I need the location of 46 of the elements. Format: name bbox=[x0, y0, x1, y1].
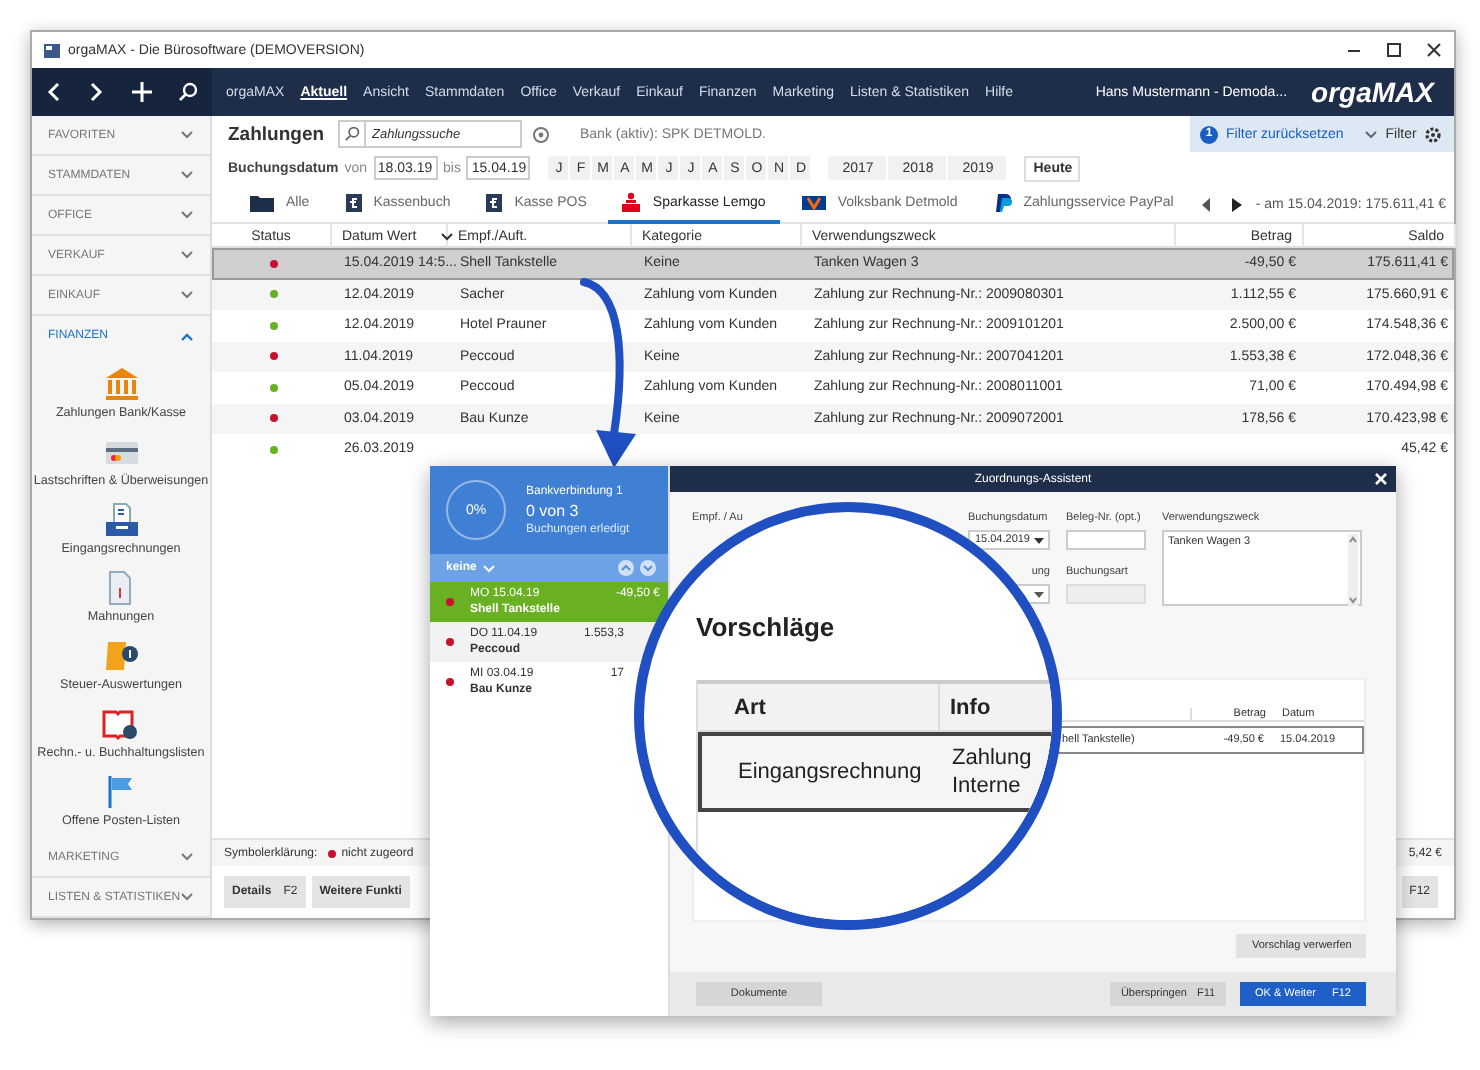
scroll-left-icon[interactable] bbox=[1201, 198, 1212, 212]
app-icon bbox=[44, 43, 60, 57]
forward-icon[interactable] bbox=[88, 82, 105, 102]
logo-icon bbox=[801, 192, 826, 214]
bank-building-icon bbox=[103, 366, 139, 402]
page-title: Zahlungen bbox=[228, 123, 327, 145]
chevron-down-icon bbox=[180, 170, 194, 180]
back-icon[interactable] bbox=[45, 82, 62, 102]
caret-icon bbox=[1034, 537, 1044, 543]
table-cell-text: Zahlung bbox=[952, 746, 1034, 770]
scroll-coin-icon bbox=[103, 638, 139, 674]
ledger-icon bbox=[486, 192, 503, 214]
inbox-document-icon bbox=[103, 502, 139, 538]
chevron-up-icon bbox=[180, 331, 194, 341]
column-header: Art bbox=[732, 695, 768, 719]
section-title: Vorschläge bbox=[696, 612, 837, 646]
input-field[interactable] bbox=[1066, 530, 1146, 550]
book-coin-icon bbox=[102, 706, 139, 742]
chevron-down-icon bbox=[482, 563, 497, 573]
chevron-down-icon bbox=[180, 130, 194, 140]
chevron-down-icon bbox=[1363, 129, 1378, 139]
table-cell-text: Interne bbox=[952, 774, 1023, 798]
chevron-down-icon bbox=[180, 892, 195, 902]
logo-icon bbox=[993, 192, 1012, 214]
settings-icon[interactable] bbox=[532, 125, 550, 143]
logo: orgaMAX bbox=[1311, 76, 1434, 108]
progress-count: 0 von 3 bbox=[526, 501, 581, 519]
chevron-down-icon bbox=[180, 290, 194, 300]
input-field[interactable] bbox=[1066, 584, 1146, 604]
chevron-down-icon bbox=[180, 250, 194, 260]
chevron-down-icon bbox=[440, 231, 455, 241]
caret-icon bbox=[1034, 591, 1044, 597]
plus-icon[interactable] bbox=[131, 82, 152, 102]
scroll-right-icon[interactable] bbox=[1231, 198, 1242, 212]
logo-icon bbox=[622, 192, 641, 214]
settings-icon[interactable] bbox=[1424, 125, 1443, 143]
close-icon[interactable] bbox=[1426, 42, 1442, 58]
table-cell-text: Eingangsrechnung bbox=[736, 760, 924, 784]
chevron-down-icon bbox=[180, 852, 194, 862]
search-icon[interactable] bbox=[178, 82, 199, 102]
maximize-icon[interactable] bbox=[1386, 42, 1402, 58]
chevron-down-icon bbox=[180, 210, 194, 220]
proposal-row[interactable]: Eingangsrechnung Zahlung Interne bbox=[698, 732, 1052, 812]
folder-icon bbox=[250, 192, 274, 214]
ledger-icon bbox=[345, 192, 362, 214]
scrollbar-icon bbox=[1348, 534, 1358, 606]
